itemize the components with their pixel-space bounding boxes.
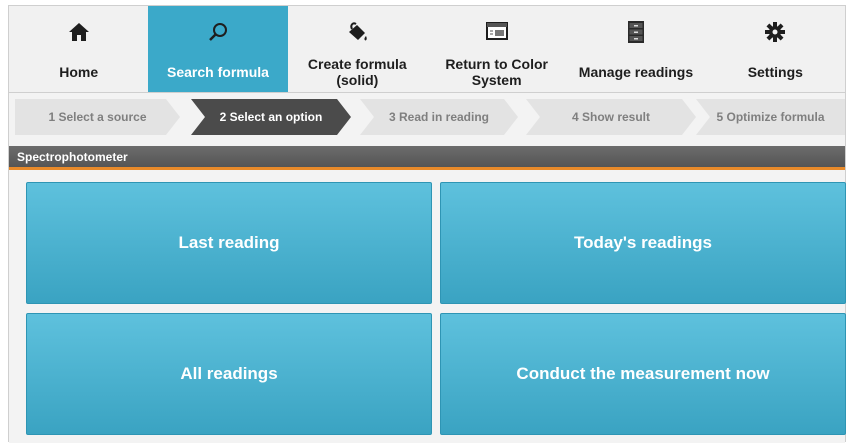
search-icon — [207, 12, 229, 52]
nav-home-label: Home — [59, 64, 99, 80]
conduct-measurement-button[interactable]: Conduct the measurement now — [440, 313, 846, 435]
nav-return-color-system-button[interactable]: Return to Color System — [427, 6, 566, 92]
step-show-result[interactable]: 4 Show result — [526, 99, 696, 135]
nav-manage-readings-label: Manage readings — [578, 64, 694, 80]
monitor-icon — [485, 12, 509, 52]
nav-home-button[interactable]: Home — [9, 6, 148, 92]
nav-create-formula-label: Create formula (solid) — [307, 56, 407, 88]
top-navigation: Home Search formula Create formula (soli… — [9, 6, 845, 93]
nav-search-formula-label: Search formula — [167, 64, 269, 80]
app-window: Home Search formula Create formula (soli… — [8, 5, 846, 443]
step-select-option[interactable]: 2 Select an option — [191, 99, 351, 135]
step-optimize-formula[interactable]: 5 Optimize formula — [696, 99, 845, 135]
step-read-in-reading[interactable]: 3 Read in reading — [360, 99, 518, 135]
home-icon — [68, 12, 90, 52]
nav-settings-label: Settings — [747, 64, 803, 80]
nav-settings-button[interactable]: Settings — [706, 6, 845, 92]
todays-readings-button[interactable]: Today's readings — [440, 182, 846, 304]
nav-return-color-system-label: Return to Color System — [445, 56, 548, 88]
last-reading-button[interactable]: Last reading — [26, 182, 432, 304]
options-grid: Last reading Today's readings All readin… — [9, 173, 846, 443]
paint-bucket-icon — [345, 12, 369, 52]
wizard-steps: 1 Select a source 2 Select an option 3 R… — [9, 99, 845, 135]
file-cabinet-icon — [626, 12, 646, 52]
nav-search-formula-button[interactable]: Search formula — [148, 6, 288, 92]
nav-create-formula-button[interactable]: Create formula (solid) — [288, 6, 427, 92]
nav-manage-readings-button[interactable]: Manage readings — [566, 6, 705, 92]
gear-icon — [764, 12, 786, 52]
section-header: Spectrophotometer — [9, 146, 845, 170]
step-select-source[interactable]: 1 Select a source — [15, 99, 180, 135]
all-readings-button[interactable]: All readings — [26, 313, 432, 435]
